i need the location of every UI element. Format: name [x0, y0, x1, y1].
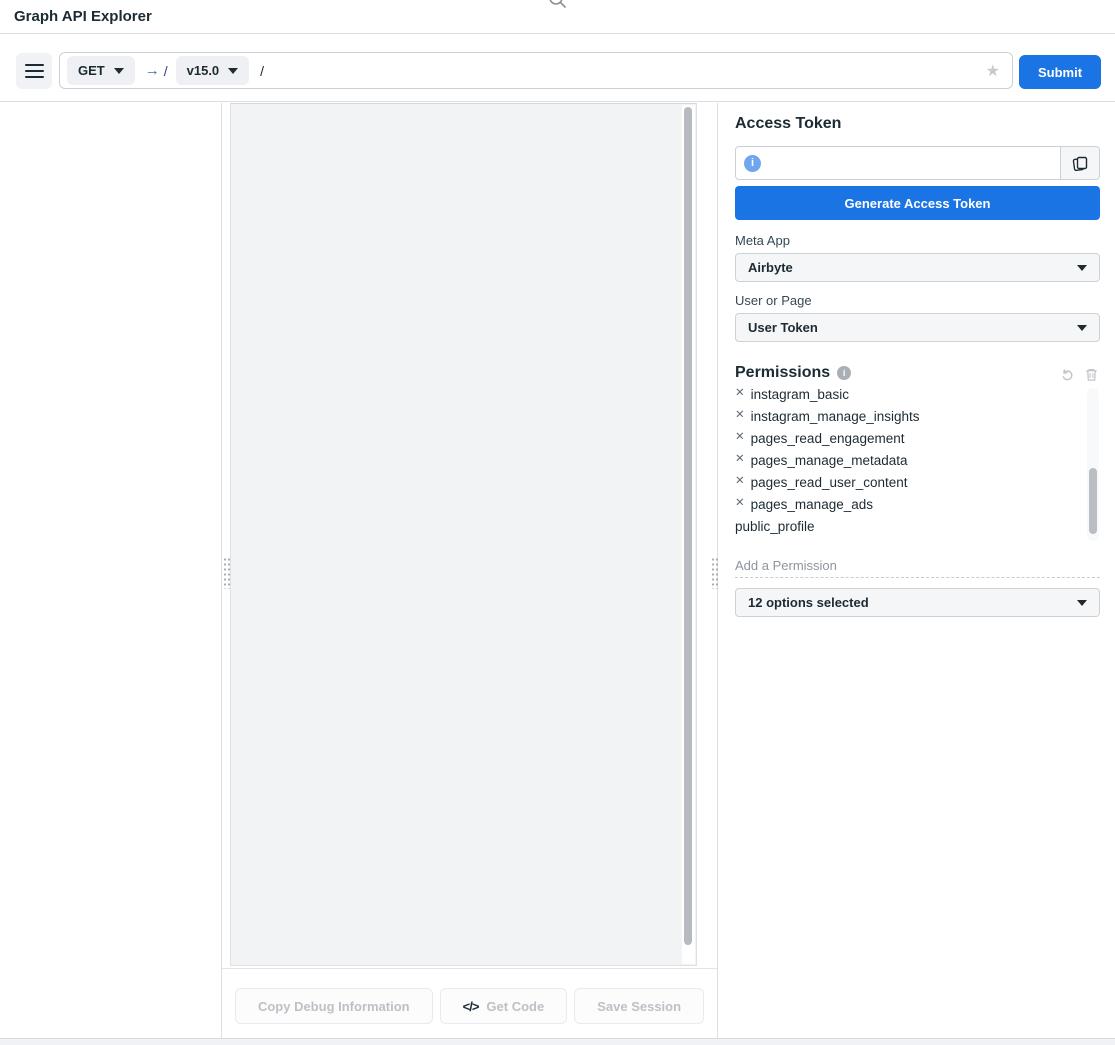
access-token-panel: Access Token i Generate Access Token Met… [718, 103, 1115, 966]
request-toolbar: GET → / v15.0 / ★ Submit [0, 34, 1115, 102]
permission-row: ✕ pages_read_engagement [735, 427, 1100, 449]
canvas-scrollbar-thumb[interactable] [684, 107, 692, 945]
remove-permission-icon[interactable]: ✕ [735, 432, 745, 444]
user-or-page-label: User or Page [735, 293, 1100, 308]
remove-permission-icon[interactable]: ✕ [735, 454, 745, 466]
path-separator: / [164, 63, 168, 79]
bottom-edge-strip [0, 1038, 1115, 1045]
permission-row: ✕ pages_manage_ads [735, 493, 1100, 515]
chevron-down-icon [1077, 265, 1087, 271]
left-resize-handle[interactable] [223, 557, 230, 589]
permission-row: ✕ pages_manage_metadata [735, 449, 1100, 471]
request-arrow-icon: → [145, 62, 160, 79]
permission-row: ✕ instagram_manage_insights [735, 405, 1100, 427]
chevron-down-icon [1077, 325, 1087, 331]
permissions-tools [1060, 367, 1099, 382]
permissions-list: ✕ instagram_basic ✕ instagram_manage_ins… [735, 388, 1100, 541]
graph-api-explorer-app: Graph API Explorer GET → / v15.0 / ★ Sub… [0, 0, 1115, 1045]
code-icon: </> [463, 999, 479, 1014]
undo-icon[interactable] [1060, 367, 1075, 382]
permission-row: public_profile [735, 515, 1100, 537]
permissions-info-icon[interactable]: i [837, 366, 851, 380]
user-or-page-select[interactable]: User Token [735, 313, 1100, 342]
permissions-header: Permissions i [735, 364, 1100, 382]
permissions-scrollbar-thumb[interactable] [1089, 468, 1097, 534]
save-session-label: Save Session [597, 999, 681, 1014]
left-panel [0, 103, 221, 1038]
chevron-down-icon [1077, 600, 1087, 606]
copy-debug-label: Copy Debug Information [258, 999, 410, 1014]
permission-label: pages_read_user_content [751, 475, 908, 490]
copy-debug-button[interactable]: Copy Debug Information [235, 988, 433, 1024]
add-permission-input[interactable]: Add a Permission [735, 558, 1100, 573]
permission-label: instagram_manage_insights [751, 409, 920, 424]
access-token-field[interactable]: i [736, 147, 1060, 179]
version-label: v15.0 [187, 63, 220, 78]
chevron-down-icon [114, 68, 124, 74]
favorite-star-icon[interactable]: ★ [986, 61, 1000, 81]
permission-row: ✕ instagram_basic [735, 388, 1100, 405]
chevron-down-icon [228, 68, 238, 74]
permission-label: public_profile [735, 519, 815, 534]
add-permission-underline [735, 577, 1100, 578]
trash-icon[interactable] [1084, 367, 1099, 382]
remove-permission-icon[interactable]: ✕ [735, 388, 745, 400]
permissions-selected-summary: 12 options selected [748, 595, 869, 610]
permission-label: instagram_basic [751, 388, 849, 402]
permissions-heading: Permissions [735, 364, 830, 382]
right-resize-handle[interactable] [711, 557, 718, 589]
access-token-heading: Access Token [735, 115, 1100, 133]
permissions-select[interactable]: 12 options selected [735, 588, 1100, 617]
response-canvas [230, 103, 697, 966]
session-footer: Copy Debug Information </> Get Code Save… [222, 968, 717, 1038]
remove-permission-icon[interactable]: ✕ [735, 476, 745, 488]
search-icon[interactable] [546, 0, 570, 14]
remove-permission-icon[interactable]: ✕ [735, 498, 745, 510]
page-title: Graph API Explorer [14, 8, 152, 25]
method-label: GET [78, 63, 105, 78]
access-token-row: i [735, 146, 1100, 180]
save-session-button[interactable]: Save Session [574, 988, 704, 1024]
path-input[interactable]: / [260, 63, 985, 79]
copy-icon [1071, 154, 1089, 172]
hamburger-icon [25, 64, 44, 78]
permission-label: pages_manage_metadata [751, 453, 908, 468]
permission-row: ✕ pages_read_user_content [735, 471, 1100, 493]
generate-token-button[interactable]: Generate Access Token [735, 186, 1100, 220]
permission-label: pages_manage_ads [751, 497, 873, 512]
meta-app-value: Airbyte [748, 260, 793, 275]
menu-button[interactable] [16, 53, 52, 89]
user-or-page-value: User Token [748, 320, 818, 335]
meta-app-label: Meta App [735, 233, 1100, 248]
get-code-label: Get Code [486, 999, 544, 1014]
token-info-icon[interactable]: i [744, 155, 761, 172]
copy-token-button[interactable] [1060, 147, 1099, 179]
version-dropdown[interactable]: v15.0 [176, 56, 250, 85]
app-header: Graph API Explorer [0, 0, 1115, 34]
get-code-button[interactable]: </> Get Code [440, 988, 568, 1024]
remove-permission-icon[interactable]: ✕ [735, 410, 745, 422]
permissions-scrollbar[interactable] [1087, 388, 1099, 541]
left-panel-divider [221, 103, 222, 1038]
submit-button[interactable]: Submit [1019, 55, 1101, 89]
meta-app-select[interactable]: Airbyte [735, 253, 1100, 282]
method-dropdown[interactable]: GET [67, 56, 135, 85]
request-bar: GET → / v15.0 / ★ [59, 52, 1013, 89]
permission-label: pages_read_engagement [751, 431, 905, 446]
canvas-scrollbar[interactable] [682, 105, 695, 964]
